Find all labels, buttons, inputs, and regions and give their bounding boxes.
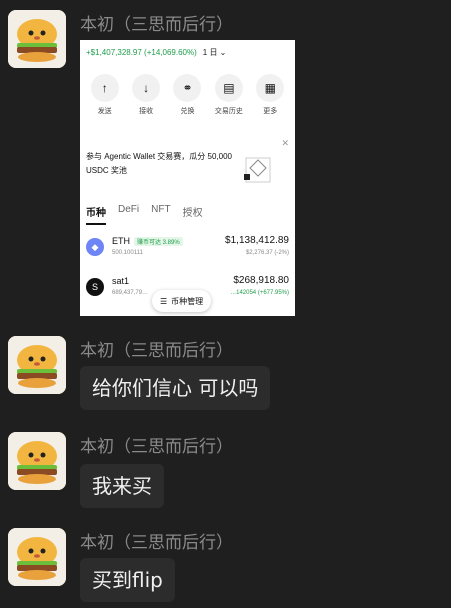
burger-avatar-icon — [8, 432, 66, 490]
avatar[interactable] — [8, 10, 66, 68]
sender-name: 本初（三思而后行） — [80, 15, 233, 35]
tab-tokens: 币种 — [86, 204, 106, 225]
message-bubble[interactable]: 买到flip — [80, 558, 175, 602]
ethereum-icon: ◆ — [86, 238, 104, 256]
arrow-up-icon: ↑ — [90, 74, 119, 102]
action-label: 更多 — [263, 108, 278, 115]
sender-name: 本初（三思而后行） — [80, 533, 233, 553]
close-icon: ✕ — [281, 138, 289, 148]
action-label: 兑换 — [180, 108, 195, 115]
burger-avatar-icon — [8, 528, 66, 586]
manage-tokens-button: ☰ 币种管理 — [152, 290, 212, 312]
history-icon: ▤ — [214, 74, 243, 102]
period-selector: 1 日 ⌄ — [202, 47, 227, 57]
action-send: ↑ 发送 — [86, 74, 124, 116]
message-bubble[interactable]: 给你们信心 可以吗 — [80, 366, 271, 410]
balance-change: +$1,407,328.97 (+14,069.60%) — [86, 47, 197, 57]
token-amount: 500.100111 — [112, 250, 143, 256]
avatar[interactable] — [8, 432, 66, 490]
action-label: 发送 — [97, 108, 112, 115]
tab-defi: DeFi — [118, 204, 140, 215]
swap-icon: ⚭ — [173, 74, 202, 102]
token-name: sat1 — [112, 276, 130, 286]
arrow-down-icon: ↓ — [132, 74, 161, 102]
sender-name: 本初（三思而后行） — [80, 341, 233, 361]
wallet-screenshot[interactable]: +$1,407,328.97 (+14,069.60%) 1 日 ⌄ ↑ 发送 … — [80, 40, 295, 316]
action-history: ▤ 交易历史 — [210, 74, 248, 116]
promo-text: 参与 Agentic Wallet 交易赛，瓜分 50,000 USDC 奖池 — [86, 152, 232, 175]
token-change: $2,276.37 (-2%) — [245, 250, 289, 256]
burger-avatar-icon — [8, 336, 66, 394]
wallet-topbar: +$1,407,328.97 (+14,069.60%) 1 日 ⌄ — [80, 40, 295, 64]
grid-icon: ▦ — [256, 74, 285, 102]
action-label: 交易历史 — [214, 108, 243, 115]
avatar[interactable] — [8, 528, 66, 586]
list-icon: ☰ — [160, 296, 168, 306]
sender-name: 本初（三思而后行） — [80, 437, 233, 457]
action-label: 接收 — [139, 108, 154, 115]
yield-badge: 赚币可达 3.89% — [134, 237, 183, 246]
action-more: ▦ 更多 — [251, 74, 289, 116]
promo-art-icon — [244, 157, 271, 183]
token-change: …142054 (+677.95%) — [230, 290, 289, 296]
token-value: $1,138,412.89 — [225, 235, 289, 246]
action-swap: ⚭ 兑换 — [168, 74, 206, 116]
asset-tabs: 币种 DeFi NFT 授权 — [86, 204, 203, 225]
action-receive: ↓ 接收 — [127, 74, 165, 116]
tab-nft: NFT — [151, 204, 171, 215]
token-row-eth: ◆ ETH 赚币可达 3.89% 500.100111 $1,138,412.89… — [80, 234, 295, 264]
burger-avatar-icon — [8, 10, 66, 68]
tab-approvals: 授权 — [182, 208, 203, 219]
token-value: $268,918.80 — [233, 275, 289, 286]
token-name: ETH 赚币可达 3.89% — [112, 236, 183, 246]
wallet-actions: ↑ 发送 ↓ 接收 ⚭ 兑换 ▤ 交易历史 ▦ 更多 — [80, 74, 295, 116]
avatar[interactable] — [8, 336, 66, 394]
chevron-down-icon: ⌄ — [219, 47, 227, 57]
token-amount: 689,437,79… — [112, 290, 149, 296]
message-bubble[interactable]: 我来买 — [80, 464, 164, 508]
sat1-icon: S — [86, 278, 104, 296]
